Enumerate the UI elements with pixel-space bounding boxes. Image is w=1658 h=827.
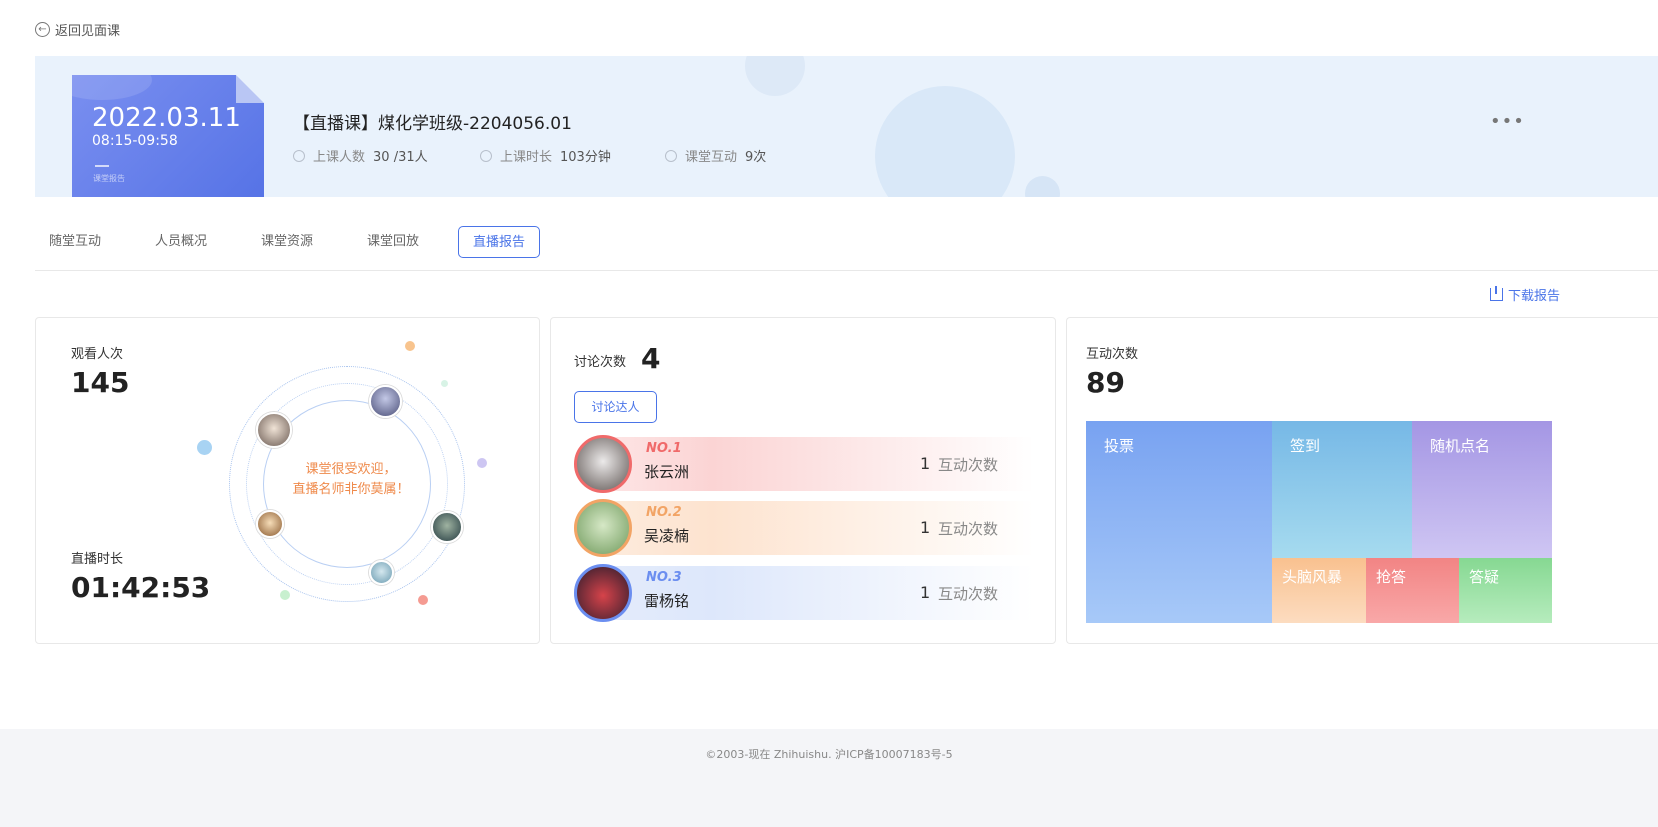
welcome-message: 课堂很受欢迎， 直播名师非你莫属！ xyxy=(276,460,426,500)
welcome-line-1: 课堂很受欢迎， xyxy=(305,462,397,477)
footer: ©2003-现在 Zhihuishu. 沪ICP备10007183号-5 xyxy=(0,729,1658,827)
live-duration-value: 01:42:53 xyxy=(71,571,211,604)
rank-name: 张云洲 xyxy=(644,463,690,481)
discussion-expert-button[interactable]: 讨论达人 xyxy=(574,391,657,423)
views-label: 观看人次 xyxy=(71,347,124,362)
avatar xyxy=(369,560,394,585)
tab-bar: 随堂互动 人员概况 课堂资源 课堂回放 直播报告 xyxy=(35,226,1658,271)
arrow-left-icon: ← xyxy=(35,22,50,37)
attendance-value: 30 /31人 xyxy=(373,150,428,165)
course-title: 【直播课】煤化学班级-2204056.01 xyxy=(293,114,572,134)
avatar xyxy=(256,510,284,538)
views-card: 观看人次 145 直播时长 01:42:53 课堂很受欢迎， 直播名师非你莫属！ xyxy=(35,317,540,644)
discussion-value: 4 xyxy=(641,342,661,375)
tab-people-overview[interactable]: 人员概况 xyxy=(155,226,207,258)
avatar xyxy=(256,412,292,448)
course-cover: 2022.03.11 08:15-09:58 课堂报告 xyxy=(72,75,264,197)
rank-count: 1 xyxy=(920,583,931,602)
live-duration-label: 直播时长 xyxy=(71,552,124,567)
rank-number: NO.3 xyxy=(646,570,682,585)
decor-dot xyxy=(441,380,448,387)
interaction-icon xyxy=(665,149,677,162)
more-options-icon[interactable]: ••• xyxy=(1490,111,1525,132)
views-value: 145 xyxy=(71,366,130,399)
download-icon xyxy=(1490,286,1503,301)
rank-name: 雷杨铭 xyxy=(644,592,690,610)
rank-count-label: 互动次数 xyxy=(938,585,999,603)
treemap-vote[interactable]: 投票 xyxy=(1086,421,1272,623)
attendance-stat: 上课人数 30 /31人 xyxy=(293,146,428,165)
clock-icon xyxy=(480,149,492,162)
decor-dot xyxy=(280,590,290,600)
treemap-qa[interactable]: 答疑 xyxy=(1459,558,1552,623)
rank-count-label: 互动次数 xyxy=(938,456,999,474)
avatar xyxy=(431,511,463,543)
duration-label: 上课时长 xyxy=(500,150,553,165)
duration-value: 103分钟 xyxy=(560,150,611,165)
welcome-line-2: 直播名师非你莫属！ xyxy=(292,482,410,497)
user-icon xyxy=(293,149,305,162)
banner-decoration xyxy=(1025,176,1060,197)
discussion-label: 讨论次数 xyxy=(574,355,627,370)
cover-date: 2022.03.11 xyxy=(92,103,241,133)
rank-row-1: NO.1 张云洲 1 互动次数 xyxy=(574,435,1034,493)
interaction-stat: 课堂互动 9次 xyxy=(665,146,766,165)
interaction-count-label: 互动次数 xyxy=(1086,347,1139,362)
tab-live-report[interactable]: 直播报告 xyxy=(458,226,541,258)
duration-stat: 上课时长 103分钟 xyxy=(480,146,611,165)
tab-classroom-resources[interactable]: 课堂资源 xyxy=(261,226,313,258)
tab-classroom-interaction[interactable]: 随堂互动 xyxy=(49,226,101,258)
decor-dot xyxy=(477,458,487,468)
avatar xyxy=(574,499,632,557)
banner-decoration xyxy=(745,56,805,96)
decor-dot xyxy=(197,440,212,455)
rank-number: NO.1 xyxy=(646,441,682,456)
rank-count: 1 xyxy=(920,454,931,473)
interaction-card: 互动次数 89 投票 签到 随机点名 头脑风暴 抢答 答疑 xyxy=(1066,317,1658,644)
download-label: 下载报告 xyxy=(1508,289,1561,304)
treemap-brainstorm[interactable]: 头脑风暴 xyxy=(1272,558,1366,623)
avatar xyxy=(574,564,632,622)
rank-count: 1 xyxy=(920,518,931,537)
rank-row-2: NO.2 吴凌楠 1 互动次数 xyxy=(574,499,1034,557)
treemap-signin[interactable]: 签到 xyxy=(1272,421,1412,558)
download-report-button[interactable]: 下载报告 xyxy=(1490,285,1560,304)
tab-classroom-playback[interactable]: 课堂回放 xyxy=(367,226,419,258)
rank-number: NO.2 xyxy=(646,505,682,520)
course-banner: 2022.03.11 08:15-09:58 课堂报告 【直播课】煤化学班级-2… xyxy=(35,56,1658,197)
decor-dot xyxy=(405,341,415,351)
interaction-label: 课堂互动 xyxy=(685,150,738,165)
rank-row-3: NO.3 雷杨铭 1 互动次数 xyxy=(574,564,1034,622)
rank-count-label: 互动次数 xyxy=(938,520,999,538)
back-label: 返回见面课 xyxy=(55,24,121,39)
interaction-count-value: 89 xyxy=(1086,366,1125,399)
banner-decoration xyxy=(875,86,1015,197)
discussion-card: 讨论次数 4 讨论达人 NO.1 张云洲 1 互动次数 NO.2 吴凌楠 1 互… xyxy=(550,317,1056,644)
rank-name: 吴凌楠 xyxy=(644,527,690,545)
interaction-value: 9次 xyxy=(745,150,767,165)
footer-text: ©2003-现在 Zhihuishu. 沪ICP备10007183号-5 xyxy=(705,748,953,761)
cover-tag: 课堂报告 xyxy=(93,174,125,183)
back-link[interactable]: ← 返回见面课 xyxy=(35,20,120,39)
treemap-quick-answer[interactable]: 抢答 xyxy=(1366,558,1459,623)
attendance-label: 上课人数 xyxy=(313,150,366,165)
page: ← 返回见面课 2022.03.11 08:15-09:58 课堂报告 【直播课… xyxy=(0,0,1658,827)
avatar xyxy=(574,435,632,493)
decor-dot xyxy=(418,595,428,605)
avatar xyxy=(369,385,402,418)
cover-time: 08:15-09:58 xyxy=(92,133,178,149)
treemap-random-call[interactable]: 随机点名 xyxy=(1412,421,1552,558)
